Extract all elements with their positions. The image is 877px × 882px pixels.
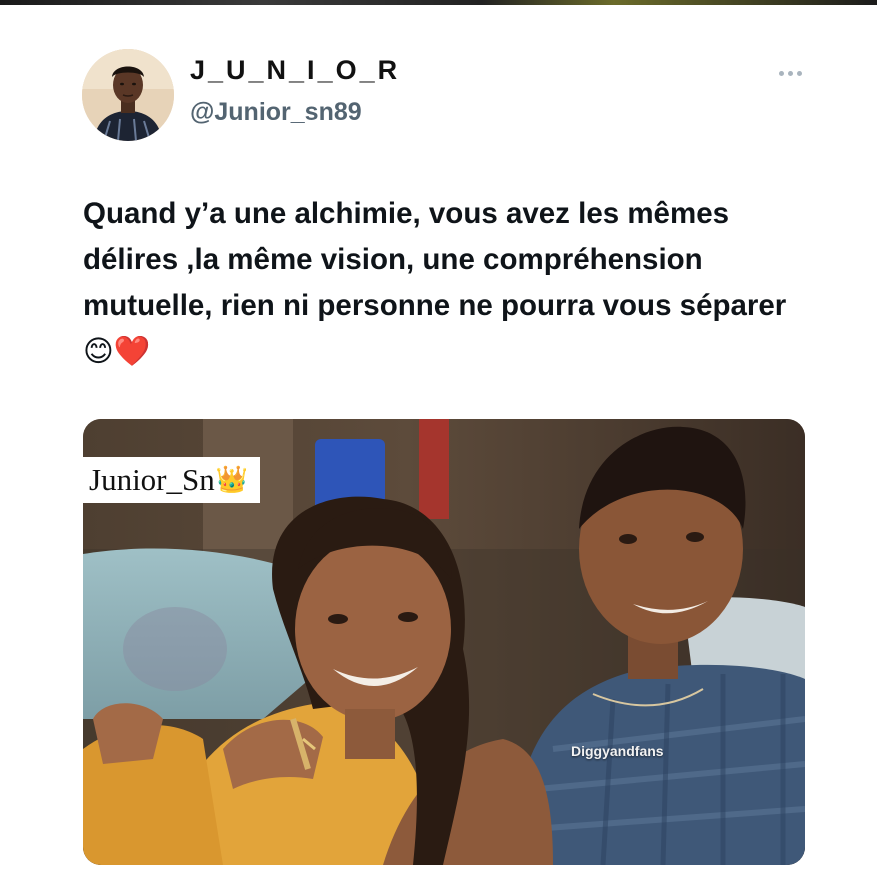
crown-icon: 👑 [215, 465, 249, 494]
tweet-text: Quand y’a une alchimie, vous avez les mê… [83, 191, 813, 375]
more-dot [778, 70, 784, 76]
more-horizontal-icon[interactable] [774, 63, 806, 83]
watermark-text: Junior_Sn [89, 462, 215, 497]
avatar[interactable] [82, 49, 174, 141]
tweet-body: Quand y’a une alchimie, vous avez les mê… [83, 197, 787, 322]
watermark-label: Junior_Sn 👑 [83, 457, 261, 503]
tweet-media-image[interactable]: Junior_Sn 👑 Diggyandfans [83, 419, 805, 865]
avatar-image [82, 49, 174, 141]
emoji-smile-heart: 😊❤️ [83, 335, 151, 368]
user-handle[interactable]: @Junior_sn89 [190, 98, 362, 127]
more-dot [796, 70, 802, 76]
photo-credit: Diggyandfans [571, 743, 664, 759]
display-name[interactable]: J_U_N_I_O_R [190, 55, 400, 86]
more-dot [787, 70, 793, 76]
tweet-card[interactable]: J_U_N_I_O_R @Junior_sn89 Quand y’a une a… [0, 5, 877, 882]
